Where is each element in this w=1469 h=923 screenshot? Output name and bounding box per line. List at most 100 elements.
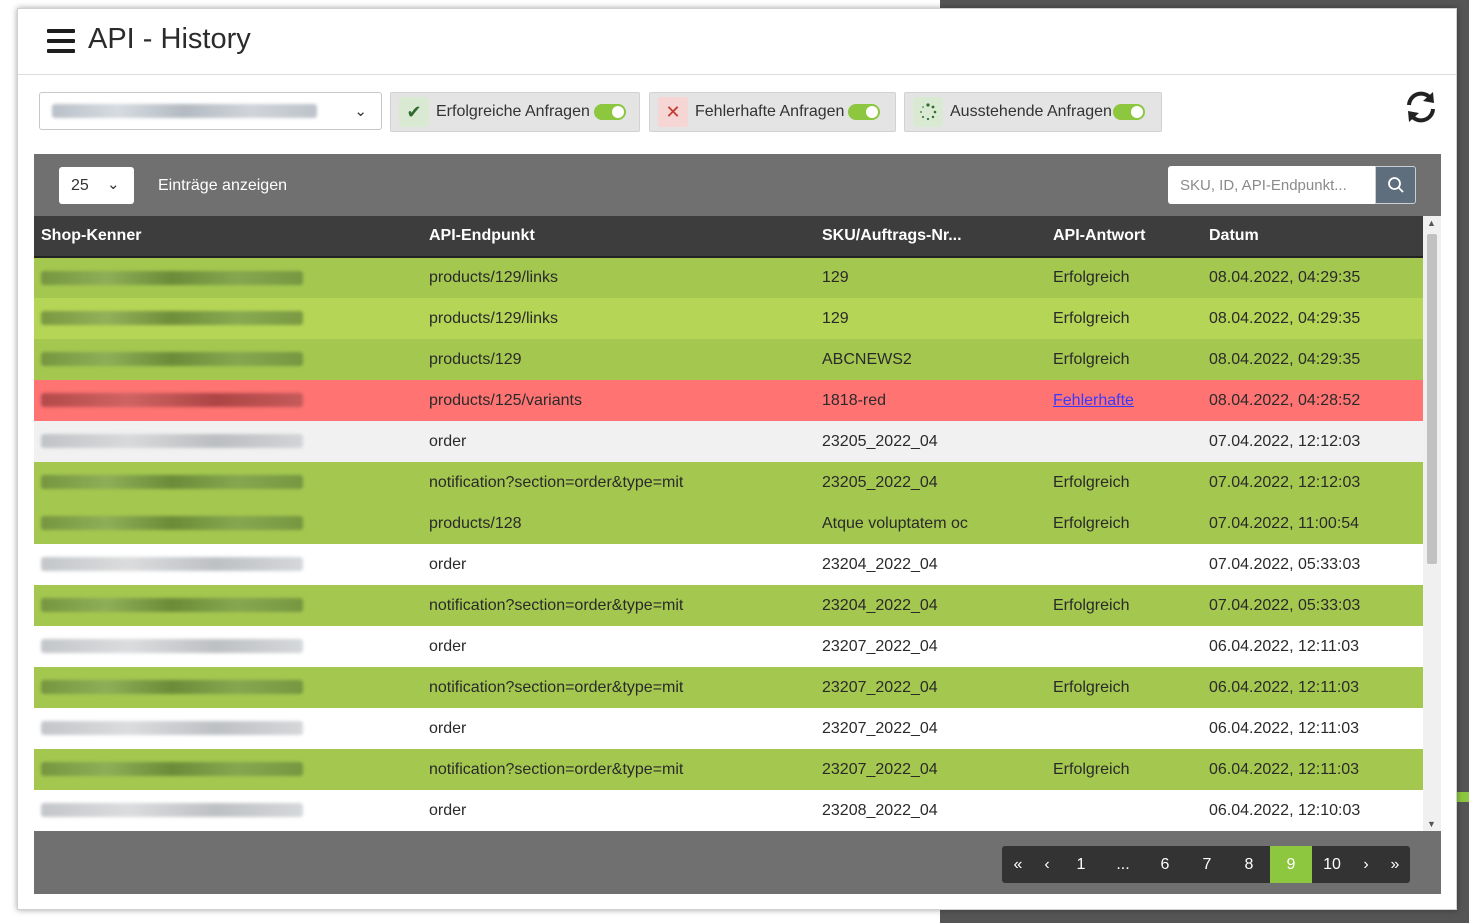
shop-identifier-redacted <box>41 311 303 326</box>
column-header-date[interactable]: Datum <box>1202 216 1423 258</box>
cell-endpoint: notification?section=order&type=mit <box>422 585 815 626</box>
table-row[interactable]: products/129 ABCNEWS2 Erfolgreich 08.04.202… <box>34 339 1423 380</box>
cell-date: 08.04.2022, 04:29:35 <box>1202 298 1423 339</box>
table-row[interactable]: products/129/links 129 Erfolgreich 08.04.20… <box>34 298 1423 339</box>
x-icon: ✕ <box>658 97 688 127</box>
page-button[interactable]: 1 <box>1060 846 1102 883</box>
cell-sku: 23207_2022_04 <box>815 626 1046 667</box>
search-button[interactable] <box>1375 166 1416 204</box>
refresh-icon[interactable] <box>1403 89 1439 125</box>
menu-icon[interactable] <box>47 29 75 53</box>
filter-error-toggle[interactable] <box>848 104 880 120</box>
desktop-decoration <box>1457 792 1469 802</box>
search-input[interactable] <box>1168 166 1375 204</box>
table-row[interactable]: order 23207_2022_04 06.04.2022, 12:11:03 <box>34 708 1423 749</box>
page-title: API - History <box>88 23 251 55</box>
cell-sku: Atque voluptatem oc <box>815 503 1046 544</box>
search-icon <box>1387 177 1404 193</box>
pagination: «‹ 1... 6 7 8 9 10 ›» <box>1002 846 1410 883</box>
cell-sku: 23205_2022_04 <box>815 421 1046 462</box>
filter-error[interactable]: ✕ Fehlerhafte Anfragen <box>649 92 896 132</box>
cell-sku: 23207_2022_04 <box>815 708 1046 749</box>
cell-shop <box>34 503 422 544</box>
table-row[interactable]: order 23204_2022_04 07.04.2022, 05:33:03 <box>34 544 1423 585</box>
page-button[interactable]: 10 <box>1312 846 1352 883</box>
page-button[interactable]: ‹ <box>1034 846 1060 883</box>
page-button[interactable]: « <box>1002 846 1034 883</box>
page-size-select[interactable]: 25 ⌄ <box>59 167 134 204</box>
column-header-endpoint[interactable]: API-Endpunkt <box>422 216 815 258</box>
table-scrollbar[interactable]: ▲ ▼ <box>1423 216 1441 831</box>
cell-shop <box>34 421 422 462</box>
shop-select-value <box>52 104 317 118</box>
cell-response: Erfolgreich <box>1046 257 1202 298</box>
page-button[interactable]: 6 <box>1144 846 1186 883</box>
cell-response: Erfolgreich <box>1046 298 1202 339</box>
page-button[interactable]: 8 <box>1228 846 1270 883</box>
filter-success-label: Erfolgreiche Anfragen <box>436 103 590 120</box>
filter-success-toggle[interactable] <box>594 104 626 120</box>
shop-identifier-redacted <box>41 721 303 736</box>
cell-sku: 1818-red <box>815 380 1046 421</box>
shop-select[interactable]: ⌄ <box>39 92 382 130</box>
table-row[interactable]: notification?section=order&type=mit 23204… <box>34 585 1423 626</box>
cell-endpoint: products/129/links <box>422 257 815 298</box>
cell-endpoint: notification?section=order&type=mit <box>422 462 815 503</box>
cell-date: 07.04.2022, 05:33:03 <box>1202 585 1423 626</box>
table-row[interactable]: order 23208_2022_04 06.04.2022, 12:10:03 <box>34 790 1423 831</box>
scrollbar-thumb[interactable] <box>1427 234 1437 564</box>
cell-shop <box>34 626 422 667</box>
shop-identifier-redacted <box>41 680 303 695</box>
column-header-sku[interactable]: SKU/Auftrags-Nr... <box>815 216 1046 258</box>
filter-pending-toggle[interactable] <box>1113 104 1145 120</box>
shop-identifier-redacted <box>41 762 303 777</box>
cell-endpoint: order <box>422 421 815 462</box>
cell-response <box>1046 544 1202 585</box>
cell-shop <box>34 585 422 626</box>
column-header-response[interactable]: API-Antwort <box>1046 216 1202 258</box>
table-body: products/129/links 129 Erfolgreich 08.04.20… <box>34 257 1423 831</box>
filter-pending[interactable]: Ausstehende Anfragen <box>904 92 1162 132</box>
page-button[interactable]: 9 <box>1270 846 1312 883</box>
cell-shop <box>34 257 422 298</box>
history-table: Shop-Kenner API-Endpunkt SKU/Auftrags-Nr… <box>34 216 1423 831</box>
cell-response: Erfolgreich <box>1046 339 1202 380</box>
table-row[interactable]: notification?section=order&type=mit 23207… <box>34 667 1423 708</box>
cell-date: 07.04.2022, 12:12:03 <box>1202 462 1423 503</box>
shop-identifier-redacted <box>41 475 303 490</box>
error-details-link[interactable]: Fehlerhafte <box>1053 392 1134 409</box>
filter-success[interactable]: ✔ Erfolgreiche Anfragen <box>390 92 640 132</box>
table-row[interactable]: order 23207_2022_04 06.04.2022, 12:11:03 <box>34 626 1423 667</box>
cell-date: 06.04.2022, 12:11:03 <box>1202 667 1423 708</box>
page-button[interactable]: » <box>1380 846 1410 883</box>
cell-endpoint: products/125/variants <box>422 380 815 421</box>
cell-date: 06.04.2022, 12:10:03 <box>1202 790 1423 831</box>
cell-endpoint: order <box>422 544 815 585</box>
column-header-shop[interactable]: Shop-Kenner <box>34 216 422 258</box>
cell-date: 08.04.2022, 04:29:35 <box>1202 339 1423 380</box>
cell-response <box>1046 421 1202 462</box>
cell-sku: 129 <box>815 257 1046 298</box>
table-row[interactable]: products/129/links 129 Erfolgreich 08.04.20… <box>34 257 1423 298</box>
scroll-up-icon[interactable]: ▲ <box>1427 218 1436 228</box>
shop-identifier-redacted <box>41 352 303 367</box>
cell-date: 07.04.2022, 12:12:03 <box>1202 421 1423 462</box>
page-button[interactable]: › <box>1352 846 1380 883</box>
scroll-down-icon[interactable]: ▼ <box>1427 819 1436 829</box>
cell-response: Erfolgreich <box>1046 462 1202 503</box>
table-row[interactable]: order 23205_2022_04 07.04.2022, 12:12:03 <box>34 421 1423 462</box>
cell-date: 06.04.2022, 12:11:03 <box>1202 749 1423 790</box>
table-row[interactable]: notification?section=order&type=mit 23205… <box>34 462 1423 503</box>
filter-error-label: Fehlerhafte Anfragen <box>695 103 845 120</box>
page-button[interactable]: 7 <box>1186 846 1228 883</box>
cell-shop <box>34 462 422 503</box>
table-row[interactable]: notification?section=order&type=mit 23207… <box>34 749 1423 790</box>
cell-date: 08.04.2022, 04:28:52 <box>1202 380 1423 421</box>
cell-response: Erfolgreich <box>1046 667 1202 708</box>
cell-response <box>1046 790 1202 831</box>
page-button[interactable]: ... <box>1102 846 1144 883</box>
table-row[interactable]: products/128 Atque voluptatem oc Erfolgrei… <box>34 503 1423 544</box>
cell-date: 07.04.2022, 11:00:54 <box>1202 503 1423 544</box>
table-row[interactable]: products/125/variants 1818-red Fehlerhafte… <box>34 380 1423 421</box>
cell-shop <box>34 790 422 831</box>
